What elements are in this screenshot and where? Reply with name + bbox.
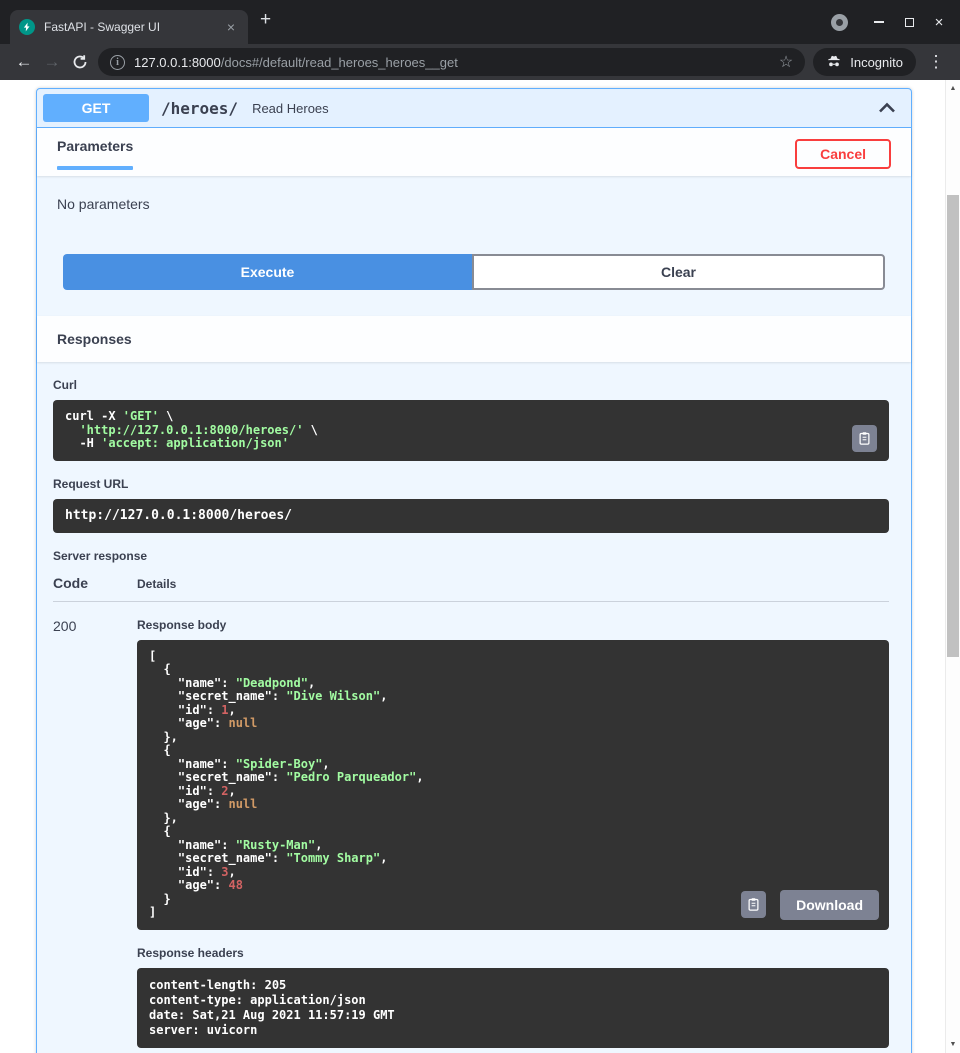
active-tab-underline [57, 166, 133, 170]
status-circle-icon[interactable] [831, 14, 848, 31]
opblock-summary[interactable]: GET /heroes/ Read Heroes [37, 89, 911, 128]
titlebar: FastAPI - Swagger UI × + × [0, 0, 960, 44]
navbar: ← → i 127.0.0.1:8000/docs#/default/read_… [0, 44, 960, 80]
copy-curl-button[interactable] [852, 425, 877, 452]
tab-close-icon[interactable]: × [223, 19, 239, 35]
back-button[interactable]: ← [10, 48, 38, 76]
download-button[interactable]: Download [780, 890, 879, 920]
scrollbar-thumb[interactable] [947, 195, 959, 657]
url-bar[interactable]: i 127.0.0.1:8000/docs#/default/read_hero… [98, 48, 805, 76]
minimize-icon [874, 21, 884, 23]
page-content: GET /heroes/ Read Heroes Parameters Canc… [0, 80, 960, 1053]
url-host: 127.0.0.1:8000 [134, 55, 221, 70]
request-url-block: http://127.0.0.1:8000/heroes/ [53, 499, 889, 533]
server-response-table: Code Details 200 Response body [ { "name… [53, 575, 889, 1048]
tab-parameters[interactable]: Parameters [57, 138, 133, 170]
parameters-header: Parameters Cancel [37, 128, 911, 176]
responses-body: Curl curl -X 'GET' \ 'http://127.0.0.1:8… [37, 362, 911, 1053]
window-close-button[interactable]: × [924, 7, 954, 37]
request-url-code: http://127.0.0.1:8000/heroes/ [65, 509, 877, 523]
endpoint-path: /heroes/ [161, 99, 238, 118]
tab-title: FastAPI - Swagger UI [44, 20, 223, 34]
new-tab-button[interactable]: + [248, 9, 283, 31]
server-response-label: Server response [53, 549, 889, 563]
responses-header: Responses [37, 316, 911, 362]
browser-tab[interactable]: FastAPI - Swagger UI × [10, 10, 248, 44]
scroll-up-icon[interactable]: ▲ [946, 85, 960, 92]
incognito-icon [826, 54, 842, 70]
response-headers-block: content-length: 205 content-type: applic… [137, 968, 889, 1048]
bookmark-star-icon[interactable]: ☆ [779, 52, 793, 72]
curl-code: curl -X 'GET' \ 'http://127.0.0.1:8000/h… [65, 410, 877, 451]
response-body-actions: Download [741, 890, 879, 920]
fastapi-logo-icon [19, 19, 35, 35]
response-headers-label: Response headers [137, 946, 889, 960]
clear-button[interactable]: Clear [472, 254, 885, 290]
collapse-chevron-icon[interactable] [877, 98, 897, 118]
minimize-button[interactable] [864, 7, 894, 37]
table-row: 200 Response body [ { "name": "Deadpond"… [53, 602, 889, 1048]
response-headers-code: content-length: 205 content-type: applic… [149, 978, 877, 1038]
opblock-get-heroes: GET /heroes/ Read Heroes Parameters Canc… [36, 88, 912, 1053]
reload-button[interactable] [66, 48, 94, 76]
incognito-badge: Incognito [813, 48, 916, 76]
site-info-icon[interactable]: i [110, 55, 125, 70]
url-path: /docs#/default/read_heroes_heroes__get [221, 55, 458, 70]
execute-button-group: Execute Clear [63, 254, 885, 290]
copy-response-button[interactable] [741, 891, 766, 918]
clipboard-icon [746, 897, 761, 912]
execute-button[interactable]: Execute [63, 254, 472, 290]
clipboard-icon [857, 431, 872, 446]
response-body-label: Response body [137, 618, 889, 632]
no-parameters-text: No parameters [57, 196, 891, 212]
request-url-label: Request URL [53, 477, 889, 491]
parameters-title: Parameters [57, 138, 133, 154]
scroll-down-icon[interactable]: ▼ [946, 1041, 960, 1048]
incognito-label: Incognito [850, 55, 903, 70]
reload-icon [72, 54, 88, 70]
menu-button[interactable]: ⋮ [922, 48, 950, 76]
maximize-icon [905, 18, 914, 27]
table-header-row: Code Details [53, 575, 889, 602]
endpoint-summary: Read Heroes [252, 101, 877, 116]
curl-block: curl -X 'GET' \ 'http://127.0.0.1:8000/h… [53, 400, 889, 461]
curl-label: Curl [53, 378, 889, 392]
response-details: Response body [ { "name": "Deadpond", "s… [137, 618, 889, 1048]
cancel-button[interactable]: Cancel [795, 139, 891, 169]
response-body-code: [ { "name": "Deadpond", "secret_name": "… [149, 650, 877, 920]
url-text: 127.0.0.1:8000/docs#/default/read_heroes… [134, 55, 771, 70]
response-body-block: [ { "name": "Deadpond", "secret_name": "… [137, 640, 889, 930]
forward-button[interactable]: → [38, 48, 66, 76]
status-code: 200 [53, 618, 137, 1048]
parameters-body: No parameters Execute Clear [37, 176, 911, 316]
code-column-header: Code [53, 575, 137, 591]
scrollbar[interactable]: ▲ ▼ [945, 80, 960, 1053]
browser-window: FastAPI - Swagger UI × + × ← → i 127.0.0… [0, 0, 960, 1053]
maximize-button[interactable] [894, 7, 924, 37]
responses-title: Responses [57, 331, 132, 347]
details-column-header: Details [137, 577, 176, 591]
method-badge: GET [43, 94, 149, 122]
